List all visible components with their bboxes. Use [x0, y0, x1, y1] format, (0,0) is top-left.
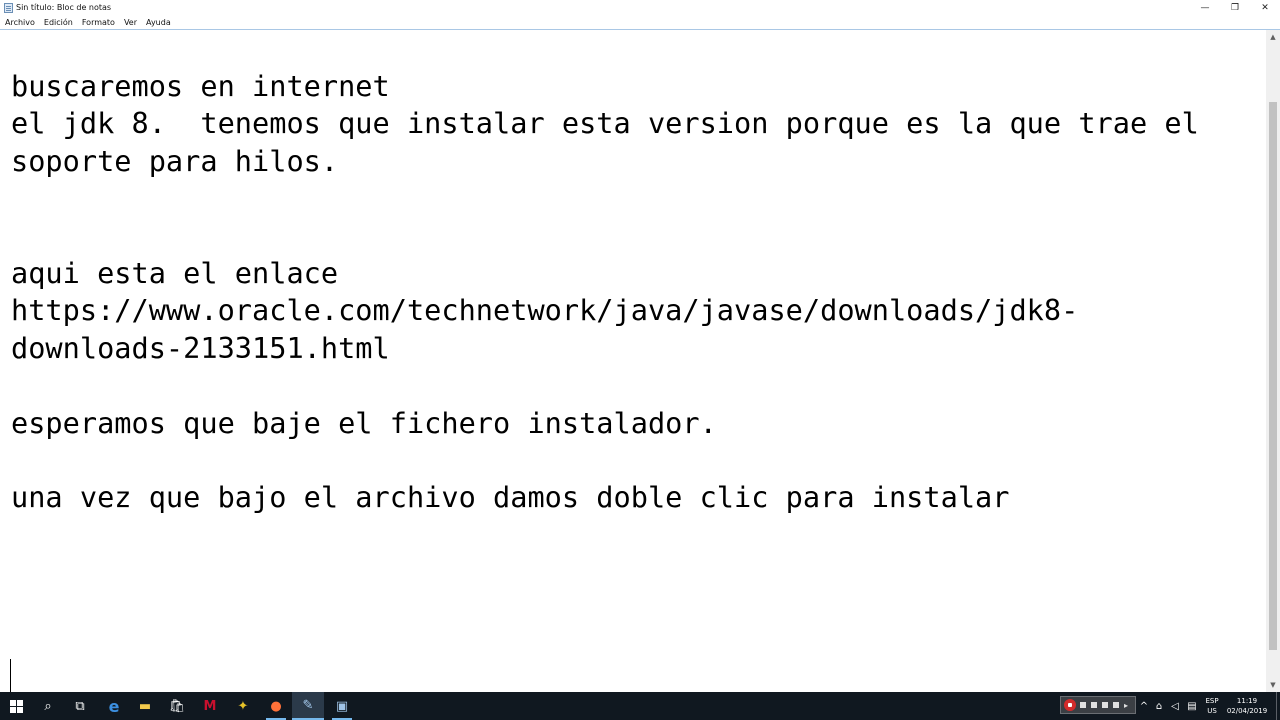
camera-icon[interactable]	[1102, 702, 1108, 708]
menu-ayuda[interactable]: Ayuda	[141, 18, 175, 27]
search-icon[interactable]: ⌕	[32, 692, 64, 720]
scroll-down-icon[interactable]: ▼	[1266, 678, 1280, 692]
language-indicator[interactable]: ESP US	[1203, 696, 1221, 716]
language-code: ESP	[1205, 697, 1219, 705]
notepad-app-icon[interactable]	[4, 2, 13, 13]
notepad-taskbar-icon[interactable]: ✎	[292, 692, 324, 720]
mcafee-icon[interactable]: M	[194, 692, 226, 720]
pen-icon[interactable]	[1113, 702, 1119, 708]
taskbar: ⌕ ⧉ e ▬ 🛍 M ✦ ● ✎ ▣ ▸ ^ ⌂ ◁ ▤ ESP US 11:…	[0, 692, 1280, 720]
edge-icon[interactable]: e	[98, 692, 130, 720]
scroll-up-icon[interactable]: ▲	[1266, 30, 1280, 44]
volume-icon[interactable]: ◁	[1168, 692, 1182, 720]
notepad-window: Sin título: Bloc de notas — ❐ ✕ Archivo …	[0, 0, 1280, 720]
text-caret	[10, 659, 11, 692]
minimize-button[interactable]: —	[1190, 0, 1220, 15]
clock-time: 11:19	[1236, 697, 1258, 705]
start-button[interactable]	[0, 692, 32, 720]
app-network-icon[interactable]: ▣	[326, 692, 358, 720]
show-desktop-button[interactable]	[1276, 692, 1277, 720]
menu-ver[interactable]: Ver	[119, 18, 141, 27]
stop-icon[interactable]	[1080, 702, 1086, 708]
frame-icon[interactable]	[1091, 702, 1097, 708]
tray-chevron-icon[interactable]: ^	[1137, 692, 1151, 720]
firefox-icon[interactable]: ●	[260, 692, 292, 720]
menu-bar: Archivo Edición Formato Ver Ayuda	[0, 15, 1280, 29]
window-controls: — ❐ ✕	[1190, 0, 1280, 15]
store-icon[interactable]: 🛍	[161, 692, 193, 720]
menu-edicion[interactable]: Edición	[39, 18, 77, 27]
editor-content[interactable]: buscaremos en internet el jdk 8. tenemos…	[11, 68, 1199, 517]
menu-archivo[interactable]: Archivo	[0, 18, 39, 27]
close-button[interactable]: ✕	[1250, 0, 1280, 15]
notification-icon[interactable]: ▤	[1185, 692, 1199, 720]
file-explorer-icon[interactable]: ▬	[129, 692, 161, 720]
window-title: Sin título: Bloc de notas	[16, 3, 112, 12]
windows-logo-icon	[9, 699, 23, 713]
maximize-button[interactable]: ❐	[1220, 0, 1250, 15]
recorder-more-icon[interactable]: ▸	[1124, 701, 1128, 710]
recorder-widget[interactable]: ▸	[1060, 696, 1136, 714]
clock-date: 02/04/2019	[1226, 707, 1268, 715]
record-icon[interactable]	[1064, 699, 1076, 711]
text-editor[interactable]: buscaremos en internet el jdk 8. tenemos…	[0, 30, 1266, 692]
task-view-icon[interactable]: ⧉	[64, 692, 96, 720]
app-yellow-icon[interactable]: ✦	[227, 692, 259, 720]
keyboard-layout: US	[1207, 707, 1217, 715]
vertical-scrollbar[interactable]: ▲ ▼	[1266, 30, 1280, 692]
menu-formato[interactable]: Formato	[77, 18, 119, 27]
network-icon[interactable]: ⌂	[1152, 692, 1166, 720]
clock[interactable]: 11:19 02/04/2019	[1226, 696, 1268, 716]
title-bar[interactable]: Sin título: Bloc de notas — ❐ ✕	[0, 0, 1280, 15]
scroll-thumb[interactable]	[1269, 102, 1277, 650]
